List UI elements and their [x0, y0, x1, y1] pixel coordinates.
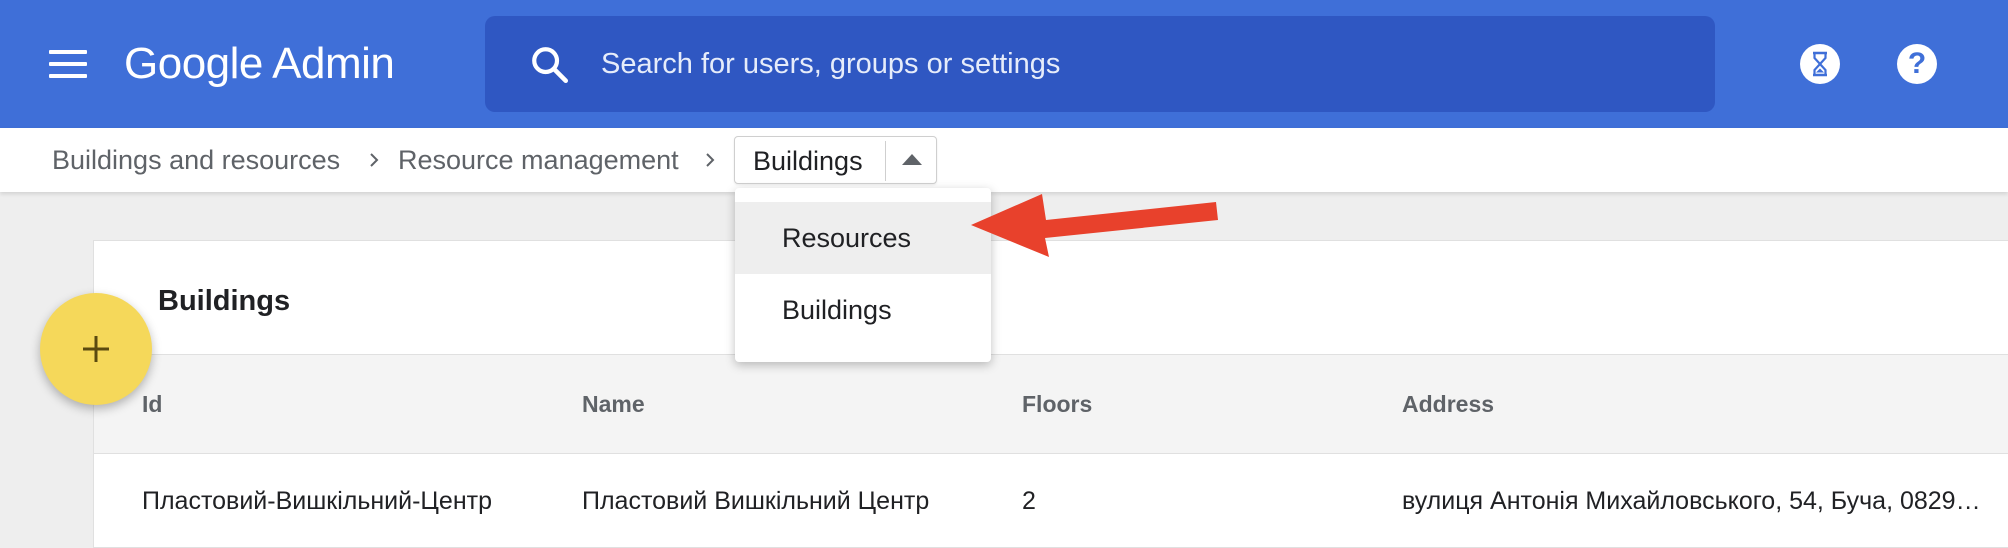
select-divider [885, 141, 886, 181]
help-glyph: ? [1907, 47, 1927, 80]
cell-floors: 2 [1022, 487, 1036, 515]
buildings-card: Buildings Id Name Floors Address Пластов… [93, 240, 2008, 548]
menu-item-buildings[interactable]: Buildings [735, 274, 991, 346]
breadcrumb-buildings-and-resources[interactable]: Buildings and resources [52, 128, 340, 192]
cell-name: Пластовий Вишкільний Центр [582, 487, 930, 515]
chevron-right-icon [370, 153, 379, 167]
column-header-floors[interactable]: Floors [1022, 355, 1092, 453]
breadcrumb-select[interactable]: Buildings [734, 136, 937, 184]
breadcrumb-current: Buildings [753, 146, 863, 176]
top-app-bar: Google Admin ? [0, 0, 2008, 128]
help-icon[interactable]: ? [1897, 44, 1937, 84]
search-input[interactable] [601, 36, 1681, 92]
search-bar[interactable] [485, 16, 1715, 112]
cell-id: Пластовий-Вишкільний-Центр [142, 487, 492, 515]
cell-address: вулиця Антонія Михайловського, 54, Буча,… [1402, 487, 1981, 515]
table-row[interactable]: Пластовий-Вишкільний-Центр Пластовий Виш… [94, 454, 2008, 548]
column-header-name[interactable]: Name [582, 355, 645, 453]
plus-icon [83, 336, 109, 362]
menu-item-resources[interactable]: Resources [735, 202, 991, 274]
breadcrumb-dropdown-menu: Resources Buildings [735, 188, 991, 362]
annotation-arrow-icon [971, 194, 1218, 257]
hourglass-glyph [1813, 51, 1827, 77]
table-header: Id Name Floors Address [94, 354, 2008, 454]
hourglass-icon[interactable] [1800, 44, 1840, 84]
chevron-up-icon[interactable] [902, 154, 922, 165]
breadcrumb-resource-management[interactable]: Resource management [398, 128, 679, 192]
add-building-button[interactable] [40, 293, 152, 405]
card-title: Buildings [158, 285, 291, 317]
search-icon[interactable] [529, 44, 571, 86]
menu-icon[interactable] [44, 40, 92, 88]
chevron-right-icon [706, 153, 715, 167]
app-logo[interactable]: Google Admin [124, 34, 395, 94]
column-header-address[interactable]: Address [1402, 355, 1494, 453]
